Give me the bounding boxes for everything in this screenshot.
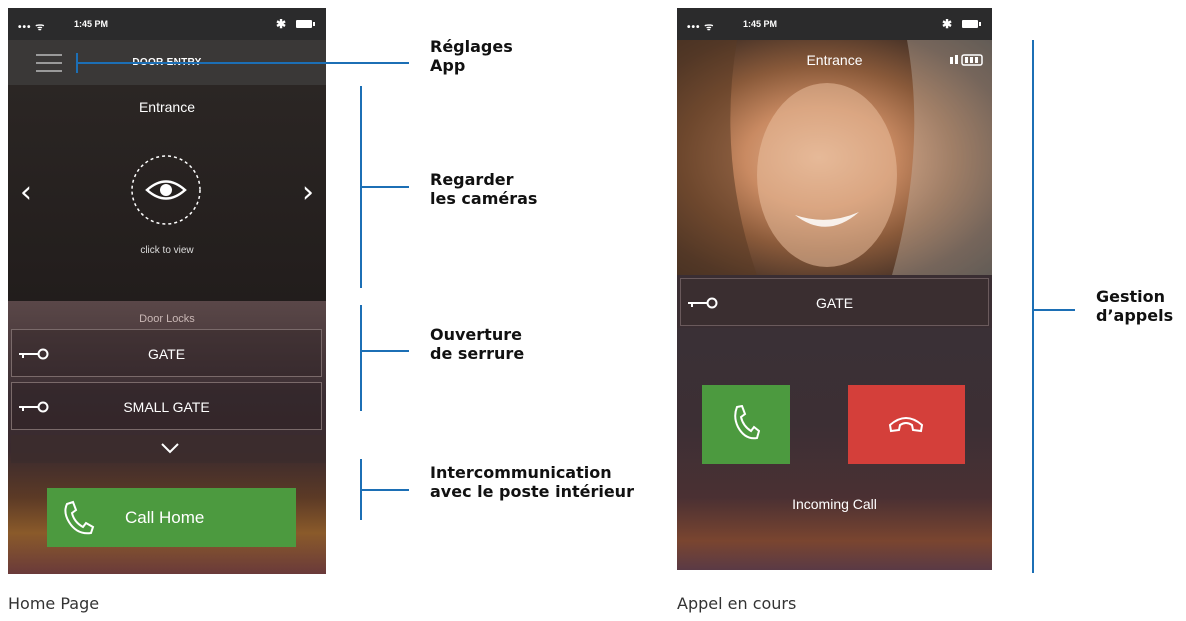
camera-hint: click to view <box>140 245 194 256</box>
call-home-label: Call Home <box>125 508 205 527</box>
status-bar: ••• ᯤ 1:45 PM ✱ <box>8 8 326 40</box>
call-status: Incoming Call <box>792 496 877 512</box>
lock-label: GATE <box>147 346 186 362</box>
annotation-intercom-line2: avec le poste intérieur <box>430 482 634 501</box>
annotation-line <box>1032 309 1075 311</box>
call-screen: ••• ᯤ 1:45 PM ✱ Entrance GATE Incoming C… <box>677 8 992 570</box>
annotation-line <box>360 350 409 352</box>
annotation-cameras-line1: Regarder <box>430 170 514 189</box>
annotation-settings: Réglages App <box>430 37 513 75</box>
signal-strength-icon <box>950 54 983 66</box>
caption-call: Appel en cours <box>677 594 797 613</box>
lock-label: GATE <box>815 295 854 311</box>
home-screen: ••• ᯤ 1:45 PM ✱ DOOR ENTRY Entrance ‹ › … <box>8 8 326 574</box>
signal-indicator: ••• ᯤ <box>687 22 715 33</box>
status-time: 1:45 PM <box>74 19 109 29</box>
video-feed: Entrance <box>677 40 992 275</box>
annotation-calls: Gestion d’appels <box>1096 287 1173 325</box>
lock-button-small-gate[interactable]: SMALL GATE <box>11 382 322 430</box>
bluetooth-icon: ✱ <box>275 17 286 31</box>
annotation-settings-line1: Réglages <box>430 37 513 56</box>
annotation-bracket <box>1032 40 1034 573</box>
hang-up-icon <box>888 417 924 433</box>
lock-button-gate[interactable]: GATE <box>11 329 322 377</box>
annotation-cameras: Regarder les caméras <box>430 170 537 208</box>
annotation-calls-line1: Gestion <box>1096 287 1166 306</box>
lock-label: SMALL GATE <box>123 399 210 415</box>
status-bar: ••• ᯤ 1:45 PM ✱ <box>677 8 992 40</box>
camera-panel: Entrance ‹ › click to view <box>8 85 326 301</box>
chevron-down-icon <box>161 443 179 454</box>
call-controls: Incoming Call <box>677 328 992 570</box>
view-camera-button[interactable] <box>129 153 203 227</box>
annotation-line <box>76 62 409 64</box>
annotation-locks-line2: de serrure <box>430 344 525 363</box>
camera-title: Entrance <box>138 99 196 115</box>
caption-home: Home Page <box>8 594 100 613</box>
lock-button-gate[interactable]: GATE <box>680 278 989 326</box>
door-locks-panel: Door Locks GATE SMALL GATE Call Home <box>8 301 326 574</box>
eye-icon <box>131 155 201 225</box>
door-locks-title: Door Locks <box>139 313 195 325</box>
accept-call-button[interactable] <box>702 385 790 464</box>
annotation-line <box>360 489 409 491</box>
next-camera-arrow[interactable]: › <box>302 175 314 210</box>
previous-camera-arrow[interactable]: ‹ <box>20 175 32 210</box>
annotation-calls-line2: d’appels <box>1096 306 1174 325</box>
bluetooth-icon: ✱ <box>941 17 952 31</box>
annotation-intercom: Intercommunication avec le poste intérie… <box>430 463 634 501</box>
annotation-locks-line1: Ouverture <box>430 325 522 344</box>
annotation-settings-line2: App <box>430 56 466 75</box>
expand-locks-button[interactable] <box>11 435 326 463</box>
phone-icon <box>734 405 760 440</box>
annotation-bracket <box>360 305 362 411</box>
visitor-face-image <box>677 40 992 275</box>
annotation-cameras-line2: les caméras <box>430 189 538 208</box>
phone-icon <box>64 500 95 535</box>
battery-icon <box>962 20 981 28</box>
camera-title: Entrance <box>806 52 863 68</box>
status-time: 1:45 PM <box>743 19 778 29</box>
call-home-button[interactable]: Call Home <box>47 488 296 547</box>
annotation-line <box>360 186 409 188</box>
battery-icon <box>296 20 315 28</box>
decline-call-button[interactable] <box>848 385 965 464</box>
signal-indicator: ••• ᯤ <box>18 22 46 33</box>
annotation-intercom-line1: Intercommunication <box>430 463 612 482</box>
annotation-locks: Ouverture de serrure <box>430 325 524 363</box>
